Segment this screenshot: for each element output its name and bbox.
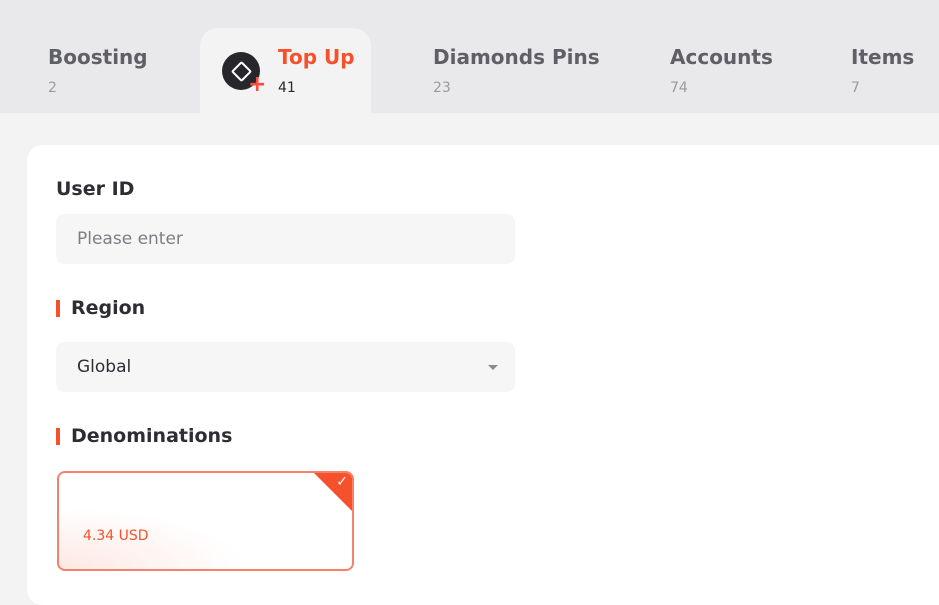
order-form-panel: User ID Please enter Region Global Denom… [27, 145, 939, 605]
tab-label: Items [851, 45, 915, 69]
tab-count: 2 [48, 80, 57, 96]
region-selected-value: Global [77, 357, 132, 377]
tab-count: 41 [278, 80, 296, 96]
tab-label: Top Up [278, 45, 355, 69]
region-select[interactable]: Global [56, 342, 515, 392]
tab-label: Accounts [670, 45, 773, 69]
tab-count: 23 [433, 80, 451, 96]
section-marker [56, 428, 60, 445]
tab-top-up[interactable]: + Top Up 41 [200, 28, 371, 113]
category-tabbar: Boosting 2 + Top Up 41 Diamonds Pins 23 … [0, 0, 939, 113]
game-diamond-plus-icon: + [222, 52, 266, 96]
denominations-heading: Denominations [56, 425, 233, 447]
region-label: Region [71, 297, 146, 319]
region-heading: Region [56, 297, 146, 319]
tab-label: Diamonds Pins [433, 45, 600, 69]
user-id-label: User ID [56, 178, 135, 200]
denominations-label: Denominations [71, 425, 233, 447]
caret-down-icon [488, 365, 498, 370]
tab-label: Boosting [48, 45, 148, 69]
checkmark-icon: ✓ [336, 474, 348, 490]
user-id-input[interactable]: Please enter [56, 214, 515, 264]
section-marker [56, 300, 60, 317]
tab-count: 74 [670, 80, 688, 96]
denomination-price: 4.34 USD [83, 528, 149, 544]
denomination-card[interactable]: ✓ 4.34 USD [57, 471, 354, 571]
tab-count: 7 [851, 80, 860, 96]
